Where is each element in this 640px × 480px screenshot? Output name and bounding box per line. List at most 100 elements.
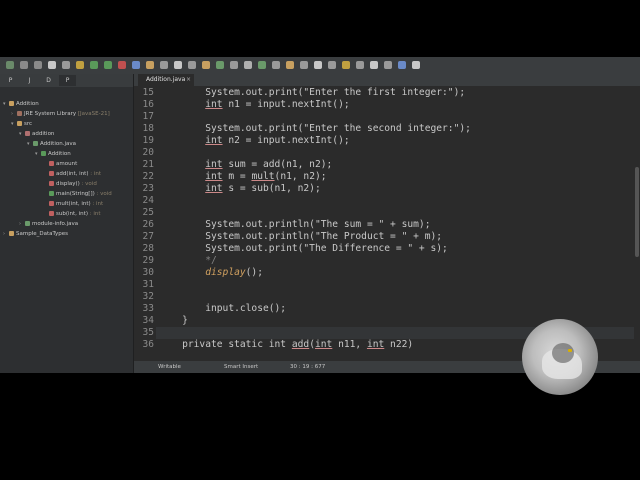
tree-item[interactable]: ▾ Addition.java — [27, 140, 76, 149]
toolbar-button-icon[interactable] — [412, 61, 420, 69]
toolbar-button-icon[interactable] — [356, 61, 364, 69]
toolbar-button-icon[interactable] — [328, 61, 336, 69]
method-icon — [49, 211, 54, 216]
tree-item[interactable]: main(String[]) : void — [43, 190, 112, 199]
code-token: int — [205, 183, 223, 194]
explorer-tab[interactable]: P — [2, 75, 19, 86]
line-number: 18 — [142, 123, 154, 134]
webcam-overlay — [522, 319, 598, 395]
explorer-tab[interactable]: J — [21, 75, 38, 86]
toolbar-button-icon[interactable] — [272, 61, 280, 69]
toolbar-button-icon[interactable] — [258, 61, 266, 69]
close-icon[interactable]: × — [186, 74, 191, 86]
code-line: System.out.print("Enter the second integ… — [159, 123, 471, 135]
tree-item[interactable]: sub(int, int) : int — [43, 210, 101, 219]
tree-item-label: JRE System Library — [24, 111, 77, 117]
code-token: mult — [251, 171, 275, 182]
method-icon — [49, 201, 54, 206]
code-line: System.out.println("The Product = " + m)… — [159, 231, 442, 243]
line-number: 24 — [142, 195, 154, 206]
line-number: 34 — [142, 315, 154, 326]
tree-item-label: module-info.java — [32, 221, 79, 227]
field-icon — [49, 161, 54, 166]
toolbar-button-icon[interactable] — [34, 61, 42, 69]
toolbar-button-icon[interactable] — [90, 61, 98, 69]
toolbar-button-icon[interactable] — [398, 61, 406, 69]
toolbar-button-icon[interactable] — [300, 61, 308, 69]
code-line: */ — [159, 255, 217, 267]
toolbar-button-icon[interactable] — [118, 61, 126, 69]
code-line: input.close(); — [159, 303, 286, 315]
code-token: System.out.print("Enter the first intege… — [205, 87, 466, 98]
tree-item[interactable]: amount — [43, 160, 77, 169]
tree-item[interactable]: add(int, int) : int — [43, 170, 101, 179]
tab-addition-java[interactable]: Addition.java × — [138, 74, 194, 86]
code-token: int — [314, 339, 333, 350]
tree-item[interactable]: › Sample_DataTypes — [3, 230, 68, 239]
toolbar-button-icon[interactable] — [314, 61, 322, 69]
toolbar-button-icon[interactable] — [244, 61, 252, 69]
code-token: (n1, n2); — [274, 171, 327, 182]
code-token: int — [366, 339, 385, 350]
toolbar-button-icon[interactable] — [62, 61, 70, 69]
tree-item-type: : int — [88, 171, 102, 177]
tree-item-label: sub(int, int) — [56, 211, 88, 217]
code-token: display — [205, 267, 246, 278]
tree-item[interactable]: ▾ src — [11, 120, 32, 129]
method-icon — [49, 191, 54, 196]
code-token: int — [205, 159, 223, 170]
toolbar-button-icon[interactable] — [76, 61, 84, 69]
cursor-position: 30 : 19 : 677 — [290, 364, 326, 370]
toolbar-button-icon[interactable] — [146, 61, 154, 69]
editor-tab-bar: Addition.java × — [134, 74, 640, 86]
tree-item[interactable]: › module-info.java — [19, 220, 78, 229]
toolbar-button-icon[interactable] — [384, 61, 392, 69]
code-token: System.out.println("The Product = " + m)… — [205, 231, 443, 242]
toolbar-button-icon[interactable] — [48, 61, 56, 69]
toolbar-button-icon[interactable] — [132, 61, 140, 69]
code-token: int — [205, 171, 223, 182]
code-editor[interactable]: Addition.java × 15 16 17 18 19 20 21 22 23 24 25 26… — [134, 74, 640, 361]
toolbar-button-icon[interactable] — [216, 61, 224, 69]
explorer-tab[interactable]: P — [59, 75, 76, 86]
tree-item-label: mult(int, int) — [56, 201, 91, 207]
toolbar-button-icon[interactable] — [160, 61, 168, 69]
toolbar-button-icon[interactable] — [342, 61, 350, 69]
tree-item[interactable]: ▾ Addition — [35, 150, 71, 159]
tree-item[interactable]: display() : void — [43, 180, 97, 189]
toolbar-button-icon[interactable] — [188, 61, 196, 69]
explorer-tab[interactable]: D — [40, 75, 57, 86]
method-icon — [49, 181, 54, 186]
editor-scrollbar[interactable] — [634, 87, 640, 361]
line-number: 28 — [142, 243, 154, 254]
line-number: 20 — [142, 147, 154, 158]
line-number: 35 — [142, 327, 154, 338]
toolbar-button-icon[interactable] — [20, 61, 28, 69]
tree-item[interactable]: mult(int, int) : int — [43, 200, 103, 209]
java-file-icon — [33, 141, 38, 146]
toolbar-button-icon[interactable] — [230, 61, 238, 69]
tree-item[interactable]: ▾ addition — [19, 130, 54, 139]
toolbar-button-icon[interactable] — [202, 61, 210, 69]
tree-item-label: Addition — [48, 151, 71, 157]
toolbar-button-icon[interactable] — [174, 61, 182, 69]
tree-item[interactable]: › JRE System Library [JavaSE-21] — [11, 110, 110, 119]
code-token: System.out.print("Enter the second integ… — [205, 123, 471, 134]
toolbar-button-icon[interactable] — [104, 61, 112, 69]
tree-item-label: Addition — [16, 101, 39, 107]
toolbar-button-icon[interactable] — [370, 61, 378, 69]
code-token: } — [182, 315, 188, 326]
code-line: int m = mult(n1, n2); — [159, 171, 327, 183]
toolbar-button-icon[interactable] — [286, 61, 294, 69]
tree-item[interactable]: ▾ Addition — [3, 100, 39, 109]
toolbar-button-icon[interactable] — [6, 61, 14, 69]
scroll-thumb[interactable] — [635, 167, 639, 257]
code-token: private static int — [182, 339, 292, 350]
tree-item-type: : void — [79, 181, 97, 187]
